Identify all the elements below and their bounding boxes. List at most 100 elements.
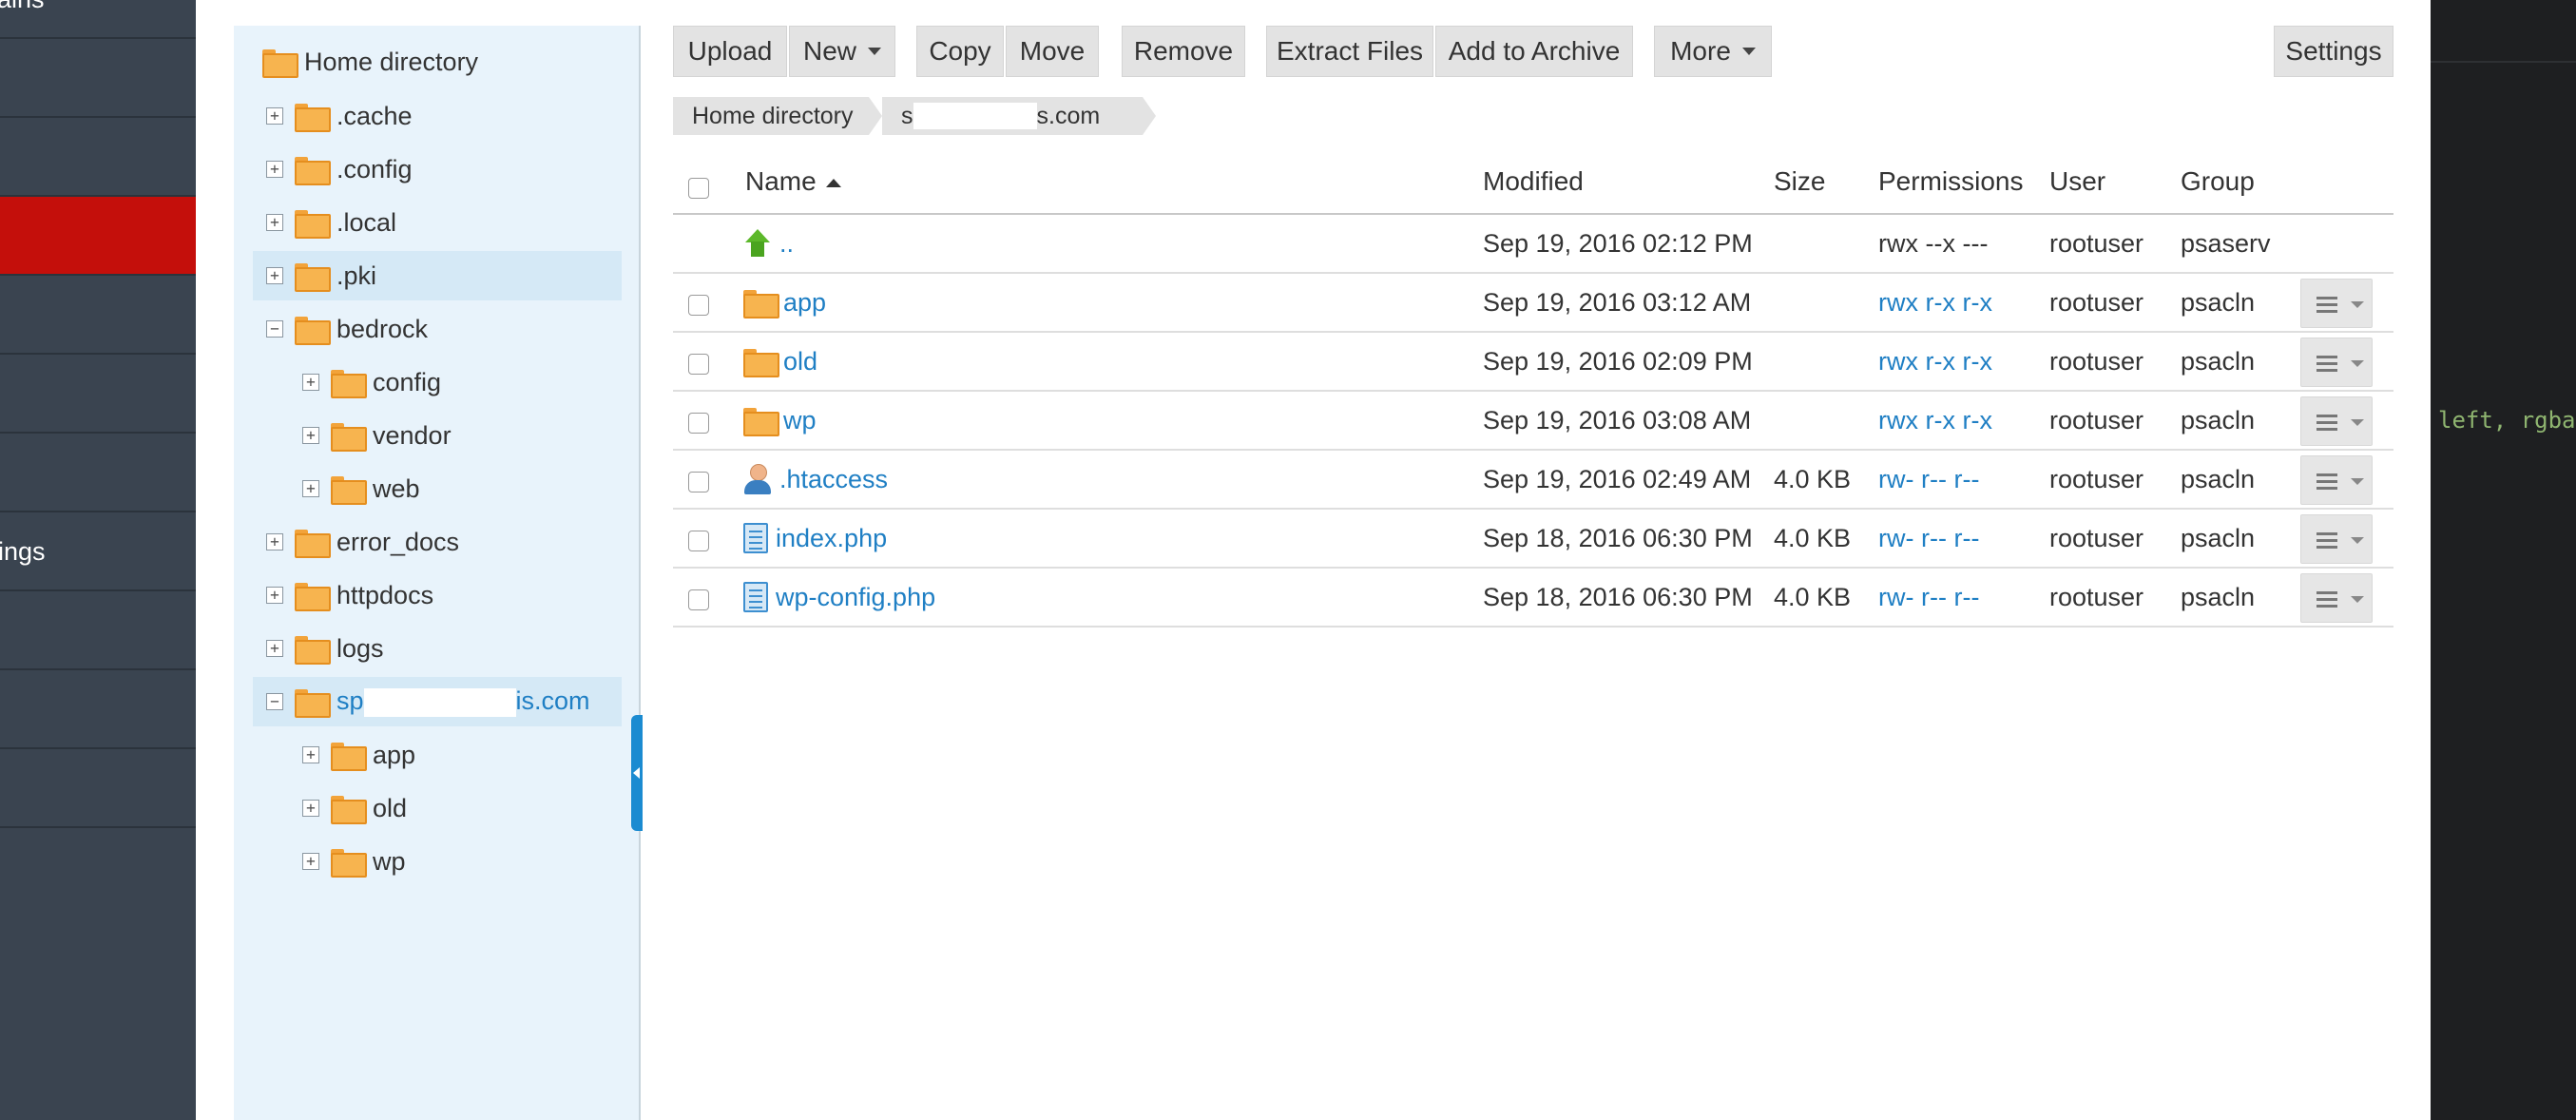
table-row[interactable]: .. Sep 19, 2016 02:12 PM rwx --x --- roo…	[673, 215, 2393, 274]
row-actions-menu-button[interactable]	[2300, 455, 2373, 505]
column-header-name[interactable]: Name	[745, 166, 841, 197]
expand-icon[interactable]: +	[266, 587, 283, 604]
tree-node-app[interactable]: + app	[302, 730, 415, 780]
nav-item[interactable]	[0, 276, 196, 355]
select-all-checkbox[interactable]	[688, 178, 709, 199]
column-header-permissions[interactable]: Permissions	[1878, 166, 2023, 197]
tree-node-wp[interactable]: + wp	[302, 837, 406, 886]
table-row[interactable]: wp Sep 19, 2016 03:08 AM rwx r-x r-x roo…	[673, 392, 2393, 451]
nav-item-settings[interactable]: ings	[0, 512, 196, 591]
new-dropdown-button[interactable]: New	[789, 26, 895, 77]
file-name-cell[interactable]: wp-config.php	[743, 569, 935, 626]
row-checkbox[interactable]	[688, 295, 709, 316]
row-checkbox[interactable]	[688, 531, 709, 551]
permissions-link[interactable]: rwx r-x r-x	[1878, 333, 1992, 390]
nav-item[interactable]: s	[0, 118, 196, 197]
expand-icon[interactable]: +	[266, 214, 283, 231]
tree-node-httpdocs[interactable]: + httpdocs	[266, 570, 433, 620]
nav-item[interactable]	[0, 591, 196, 670]
file-name-link[interactable]: index.php	[776, 524, 887, 553]
row-checkbox[interactable]	[688, 413, 709, 434]
file-name-cell[interactable]: old	[743, 333, 817, 390]
upload-button[interactable]: Upload	[673, 26, 787, 77]
column-header-modified[interactable]: Modified	[1483, 166, 1584, 197]
table-row[interactable]: .htaccess Sep 19, 2016 02:49 AM 4.0 KB r…	[673, 451, 2393, 510]
file-name-cell[interactable]: ..	[743, 215, 794, 272]
file-name-link[interactable]: old	[783, 347, 817, 377]
permissions-link[interactable]: rw- r-- r--	[1878, 510, 1979, 567]
copy-button[interactable]: Copy	[916, 26, 1004, 77]
row-actions-menu-button[interactable]	[2300, 338, 2373, 387]
nav-item-active[interactable]	[0, 197, 196, 276]
breadcrumb-home[interactable]: Home directory	[673, 97, 882, 135]
table-row[interactable]: wp-config.php Sep 18, 2016 06:30 PM 4.0 …	[673, 569, 2393, 628]
collapse-icon[interactable]: −	[266, 693, 283, 710]
nav-item[interactable]	[0, 434, 196, 512]
row-actions-menu-button[interactable]	[2300, 279, 2373, 328]
permissions-link[interactable]: rw- r-- r--	[1878, 451, 1979, 508]
expand-icon[interactable]: +	[266, 161, 283, 178]
file-name-cell[interactable]: wp	[743, 392, 817, 449]
tree-node-bedrock-config[interactable]: + config	[302, 357, 441, 407]
nav-item[interactable]	[0, 749, 196, 828]
row-checkbox[interactable]	[688, 472, 709, 492]
tree-node-web[interactable]: + web	[302, 464, 420, 513]
nav-item[interactable]	[0, 39, 196, 118]
tree-node-config[interactable]: + .config	[266, 145, 413, 194]
row-actions-menu-button[interactable]	[2300, 514, 2373, 564]
nav-item[interactable]	[0, 355, 196, 434]
row-checkbox[interactable]	[688, 589, 709, 610]
expand-icon[interactable]: +	[302, 480, 319, 497]
expand-icon[interactable]: +	[302, 800, 319, 817]
more-dropdown-button[interactable]: More	[1654, 26, 1772, 77]
tree-node-bedrock[interactable]: − bedrock	[266, 304, 428, 354]
column-header-group[interactable]: Group	[2181, 166, 2255, 197]
breadcrumb-current[interactable]: s s.com	[882, 97, 1156, 135]
expand-icon[interactable]: +	[266, 267, 283, 284]
file-name-link[interactable]: ..	[779, 229, 794, 259]
table-row[interactable]: app Sep 19, 2016 03:12 AM rwx r-x r-x ro…	[673, 274, 2393, 333]
expand-icon[interactable]: +	[266, 640, 283, 657]
tree-node-domain-selected[interactable]: − sp is.com	[253, 677, 622, 726]
row-actions-menu-button[interactable]	[2300, 396, 2373, 446]
add-to-archive-button[interactable]: Add to Archive	[1435, 26, 1633, 77]
nav-item[interactable]	[0, 670, 196, 749]
tree-node-error-docs[interactable]: + error_docs	[266, 517, 459, 567]
permissions-link[interactable]: rwx r-x r-x	[1878, 274, 1992, 331]
file-name-link[interactable]: wp	[783, 406, 817, 435]
table-row[interactable]: index.php Sep 18, 2016 06:30 PM 4.0 KB r…	[673, 510, 2393, 569]
collapse-icon[interactable]: −	[266, 320, 283, 338]
expand-icon[interactable]: +	[302, 746, 319, 763]
tree-node-home[interactable]: Home directory	[262, 37, 478, 87]
column-header-size[interactable]: Size	[1774, 166, 1825, 197]
table-row[interactable]: old Sep 19, 2016 02:09 PM rwx r-x r-x ro…	[673, 333, 2393, 392]
file-name-cell[interactable]: index.php	[743, 510, 887, 567]
file-name-link[interactable]: app	[783, 288, 826, 318]
file-name-link[interactable]: wp-config.php	[776, 583, 935, 612]
expand-icon[interactable]: +	[302, 427, 319, 444]
expand-icon[interactable]: +	[266, 107, 283, 125]
collapse-tree-handle[interactable]	[631, 715, 643, 831]
tree-node-local[interactable]: + .local	[266, 198, 396, 247]
tree-node-vendor[interactable]: + vendor	[302, 411, 452, 460]
move-button[interactable]: Move	[1006, 26, 1099, 77]
tree-node-logs[interactable]: + logs	[266, 624, 384, 673]
settings-button[interactable]: Settings	[2274, 26, 2393, 77]
permissions-link[interactable]: rw- r-- r--	[1878, 569, 1979, 626]
file-name-cell[interactable]: .htaccess	[743, 451, 888, 508]
tree-node-pki[interactable]: + .pki	[253, 251, 622, 300]
expand-icon[interactable]: +	[302, 853, 319, 870]
remove-button[interactable]: Remove	[1122, 26, 1245, 77]
expand-icon[interactable]: +	[266, 533, 283, 550]
row-actions-menu-button[interactable]	[2300, 573, 2373, 623]
tree-node-cache[interactable]: + .cache	[266, 91, 413, 141]
column-header-user[interactable]: User	[2049, 166, 2105, 197]
file-name-link[interactable]: .htaccess	[779, 465, 888, 494]
tree-node-old[interactable]: + old	[302, 783, 407, 833]
file-name-cell[interactable]: app	[743, 274, 826, 331]
permissions-link[interactable]: rwx r-x r-x	[1878, 392, 1992, 449]
row-checkbox[interactable]	[688, 354, 709, 375]
expand-icon[interactable]: +	[302, 374, 319, 391]
extract-files-button[interactable]: Extract Files	[1266, 26, 1433, 77]
nav-item-domains[interactable]: Domains	[0, 0, 196, 39]
